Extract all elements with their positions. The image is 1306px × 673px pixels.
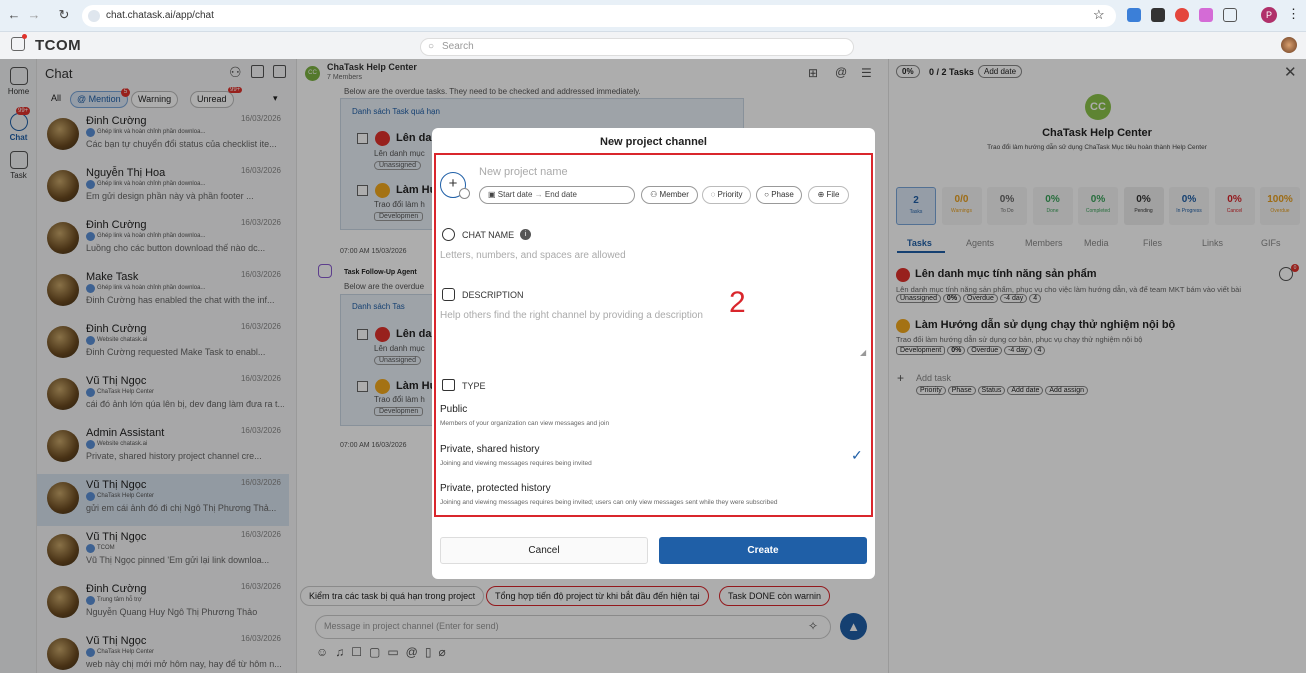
info-icon[interactable]: i [520,229,531,240]
member-pill[interactable]: ⚇ Member [641,186,698,204]
resize-handle-icon[interactable]: ◢ [860,348,866,357]
type-label: TYPE [462,381,486,391]
option-desc: Joining and viewing messages requires be… [440,499,778,506]
phase-label: Phase [771,190,794,199]
file-pill[interactable]: ⊕ File [808,186,849,204]
extension-icon[interactable] [1199,8,1213,22]
url-text: chat.chatask.ai/app/chat [106,10,214,21]
upload-icon: ⊕ [817,190,827,199]
end-date: End date [544,190,577,199]
workspace-name: TCOM [35,37,82,54]
calendar-icon: ▣ [488,190,498,199]
option-desc: Members of your organization can view me… [440,420,610,427]
checkmark-icon: ✓ [851,447,863,463]
file-label: File [826,190,840,199]
start-date: Start date [497,190,533,199]
profile-avatar[interactable]: P [1261,7,1277,23]
forward-icon[interactable]: → [26,7,42,23]
description-label: DESCRIPTION [462,290,524,300]
annotation-number: 2 [729,286,746,319]
option-title: Public [440,404,468,415]
dialog-title: New project channel [600,136,707,148]
priority-pill[interactable]: ◌ Priority [702,186,751,204]
chat-bubble-icon [442,228,455,241]
arrow-icon: → [532,190,545,199]
cancel-button[interactable]: Cancel [440,537,648,564]
browser-menu-icon[interactable]: ⋮ [1287,6,1300,22]
back-icon[interactable]: ← [6,7,22,23]
address-bar[interactable] [82,5,1116,27]
site-info-icon[interactable] [88,10,100,22]
apps-grid-icon[interactable] [11,37,25,51]
description-icon [442,288,455,301]
member-label: Member [659,190,689,199]
user-avatar[interactable] [1281,37,1297,53]
project-name-input[interactable]: New project name [479,166,568,178]
extension-icon[interactable] [1151,8,1165,22]
extension-icon[interactable] [1127,8,1141,22]
option-desc: Joining and viewing messages requires be… [440,460,592,467]
search-placeholder: Search [442,41,474,52]
priority-label: Priority [717,190,743,199]
chat-name-label: CHAT NAME [462,230,515,240]
phase-pill[interactable]: ○ Phase [756,186,802,204]
description-textarea[interactable]: Help others find the right channel by pr… [440,310,703,321]
option-title: Private, shared history [440,444,540,455]
create-button[interactable]: Create [659,537,867,564]
bookmark-star-icon[interactable]: ☆ [1093,7,1105,23]
extensions-puzzle-icon[interactable] [1223,8,1237,22]
date-range-picker[interactable]: ▣ Start date → End date [479,186,635,204]
camera-icon [459,188,470,199]
reload-icon[interactable]: ↻ [56,7,72,23]
chat-name-input[interactable]: Letters, numbers, and spaces are allowed [440,250,626,261]
option-title: Private, protected history [440,483,551,494]
search-input[interactable] [420,38,854,56]
priority-icon: ◌ [710,190,718,199]
member-icon: ⚇ [650,190,660,199]
type-option-public[interactable] [436,400,871,434]
search-icon: ○ [428,41,435,52]
notification-dot [22,34,27,39]
extension-icon[interactable] [1175,8,1189,22]
type-icon [442,379,455,391]
